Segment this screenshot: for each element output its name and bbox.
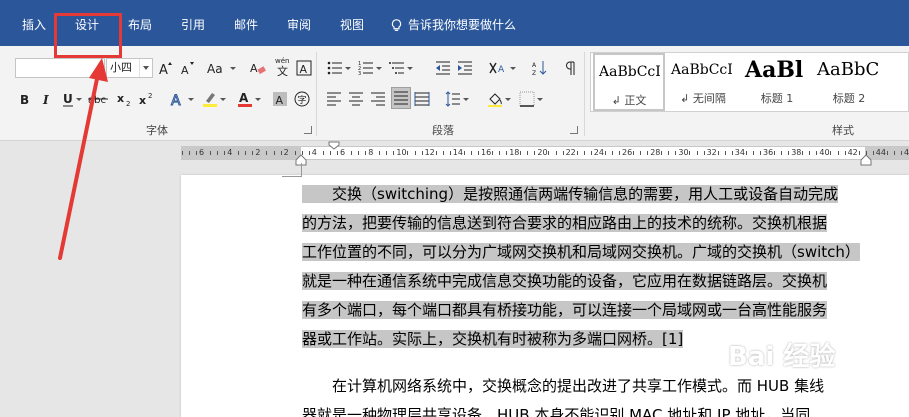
word-window: 插入 设计 布局 引用 邮件 审阅 视图 告诉我你想要做什么 小四 A A Aa (0, 0, 909, 417)
baidu-watermark: Bai 经验 (728, 342, 836, 372)
